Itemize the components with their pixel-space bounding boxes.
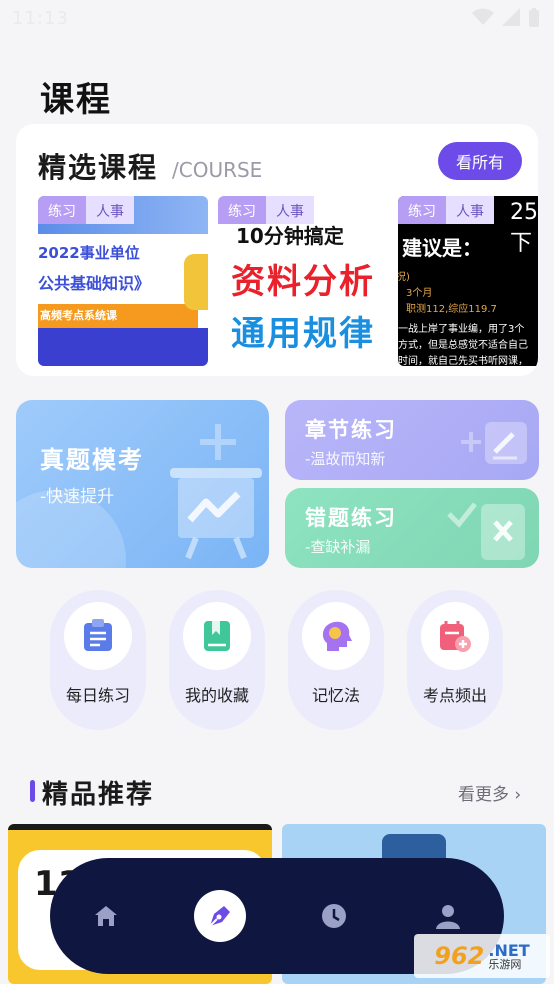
recommend-title: 精品推荐: [42, 780, 155, 810]
calendar-add-icon: [440, 621, 471, 652]
course-type-tag: 练习: [398, 196, 446, 224]
see-more-label: 看更多: [458, 785, 509, 805]
thumb-line: 公共基础知识》: [38, 274, 151, 293]
thumb-line: 职测112,综应119.7: [406, 304, 497, 315]
wrong-answers-card[interactable]: 错题练习 -查缺补漏: [285, 488, 539, 568]
quick-link-favorites[interactable]: 我的收藏: [169, 590, 265, 730]
user-icon: [436, 905, 460, 929]
status-bar: 11:13: [0, 0, 554, 36]
watermark-sub: 乐游网: [488, 957, 522, 971]
quick-link-daily-practice[interactable]: 每日练习: [50, 590, 146, 730]
thumb-line: 高频考点系统课: [40, 309, 117, 322]
thumb-line: 一战上岸了事业编，用了3个: [398, 324, 525, 335]
bookmark-book-icon: [204, 621, 230, 651]
thumb-line: 况): [398, 272, 410, 283]
wrong-answers-title: 错题练习: [305, 506, 397, 530]
quick-link-memory[interactable]: 记忆法: [288, 590, 384, 730]
quick-link-icon-wrap: [183, 602, 251, 670]
presentation-chart-icon: [170, 468, 262, 560]
edit-note-icon: [461, 422, 527, 464]
site-watermark: 962 .NET 乐游网: [414, 934, 550, 978]
course-thumbnail[interactable]: 练习 人事 25下 建议是： 况) 3个月 职测112,综应119.7 一战上岸…: [398, 196, 538, 366]
course-category-tag: 人事: [86, 196, 134, 224]
nav-courses[interactable]: [180, 858, 260, 974]
thumb-line: 资料分析: [231, 262, 375, 302]
thumb-line: 2022事业单位: [38, 244, 140, 262]
quick-link-icon-wrap: [302, 602, 370, 670]
plus-decoration-icon: [200, 424, 236, 460]
thumb-line: 10分钟搞定: [236, 224, 344, 248]
pen-nib-icon: [209, 906, 230, 927]
thumb-line: 时间，就自己先买书听网课，: [398, 356, 528, 366]
course-tags: 练习 人事: [38, 196, 134, 224]
nav-active-indicator: [194, 890, 246, 942]
course-type-tag: 练习: [38, 196, 86, 224]
home-icon: [95, 906, 117, 926]
mascot-icon: [184, 254, 208, 310]
battery-icon: [529, 8, 539, 27]
nav-history[interactable]: [294, 858, 374, 974]
signal-icon: [502, 8, 520, 26]
quick-link-icon-wrap: [64, 602, 132, 670]
page-title: 课程: [40, 80, 112, 120]
thumb-line: 建议是：: [402, 236, 482, 260]
status-time: 11:13: [12, 8, 69, 29]
featured-courses-card: 精选课程 /COURSE 看所有 练习 人事 2022事业单位 公共基础知识》 …: [16, 124, 538, 376]
clock-icon: [322, 904, 346, 928]
wrong-book-icon: [447, 502, 525, 560]
quick-link-hot-points[interactable]: 考点频出: [407, 590, 503, 730]
chapter-practice-card[interactable]: 章节练习 -温故而知新: [285, 400, 539, 480]
wifi-icon: [472, 8, 494, 25]
course-tags: 练习 人事: [398, 196, 494, 224]
quick-link-label: 我的收藏: [184, 686, 249, 705]
status-icons: [472, 8, 540, 28]
course-thumbnail[interactable]: 练习 人事 10分钟搞定 资料分析 通用规律: [218, 196, 388, 366]
mock-exam-title: 真题模考: [40, 446, 144, 474]
quick-link-label: 考点频出: [422, 686, 487, 705]
quick-link-label: 记忆法: [311, 686, 360, 705]
see-more-link[interactable]: 看更多 ›: [458, 780, 521, 805]
nav-home[interactable]: [66, 858, 146, 974]
featured-courses-title: 精选课程: [38, 151, 159, 184]
chapter-practice-title: 章节练习: [305, 418, 397, 442]
see-all-button[interactable]: 看所有: [438, 142, 522, 180]
course-category-tag: 人事: [446, 196, 494, 224]
wrong-answers-desc: -查缺补漏: [305, 538, 371, 556]
chapter-practice-desc: -温故而知新: [305, 450, 386, 468]
thumb-line: 3个月: [406, 288, 433, 299]
section-accent-bar: [30, 780, 35, 802]
thumb-line: 方式，但是总感觉不适合自己: [398, 340, 528, 351]
watermark-number: 962: [434, 942, 485, 970]
thumb-line: 通用规律: [231, 314, 375, 354]
thumb-line: 25下: [510, 200, 538, 256]
featured-courses-subtitle: /COURSE: [172, 158, 263, 182]
course-thumbnail[interactable]: 练习 人事 2022事业单位 公共基础知识》 高频考点系统课: [38, 196, 208, 366]
quick-link-icon-wrap: [421, 602, 489, 670]
mock-exam-card[interactable]: 真题模考 -快速提升: [16, 400, 269, 568]
clipboard-list-icon: [84, 619, 112, 651]
quick-link-label: 每日练习: [65, 686, 130, 705]
brain-head-icon: [322, 621, 352, 651]
chevron-right-icon: ›: [509, 785, 522, 805]
watermark-suffix: .NET: [488, 940, 530, 960]
